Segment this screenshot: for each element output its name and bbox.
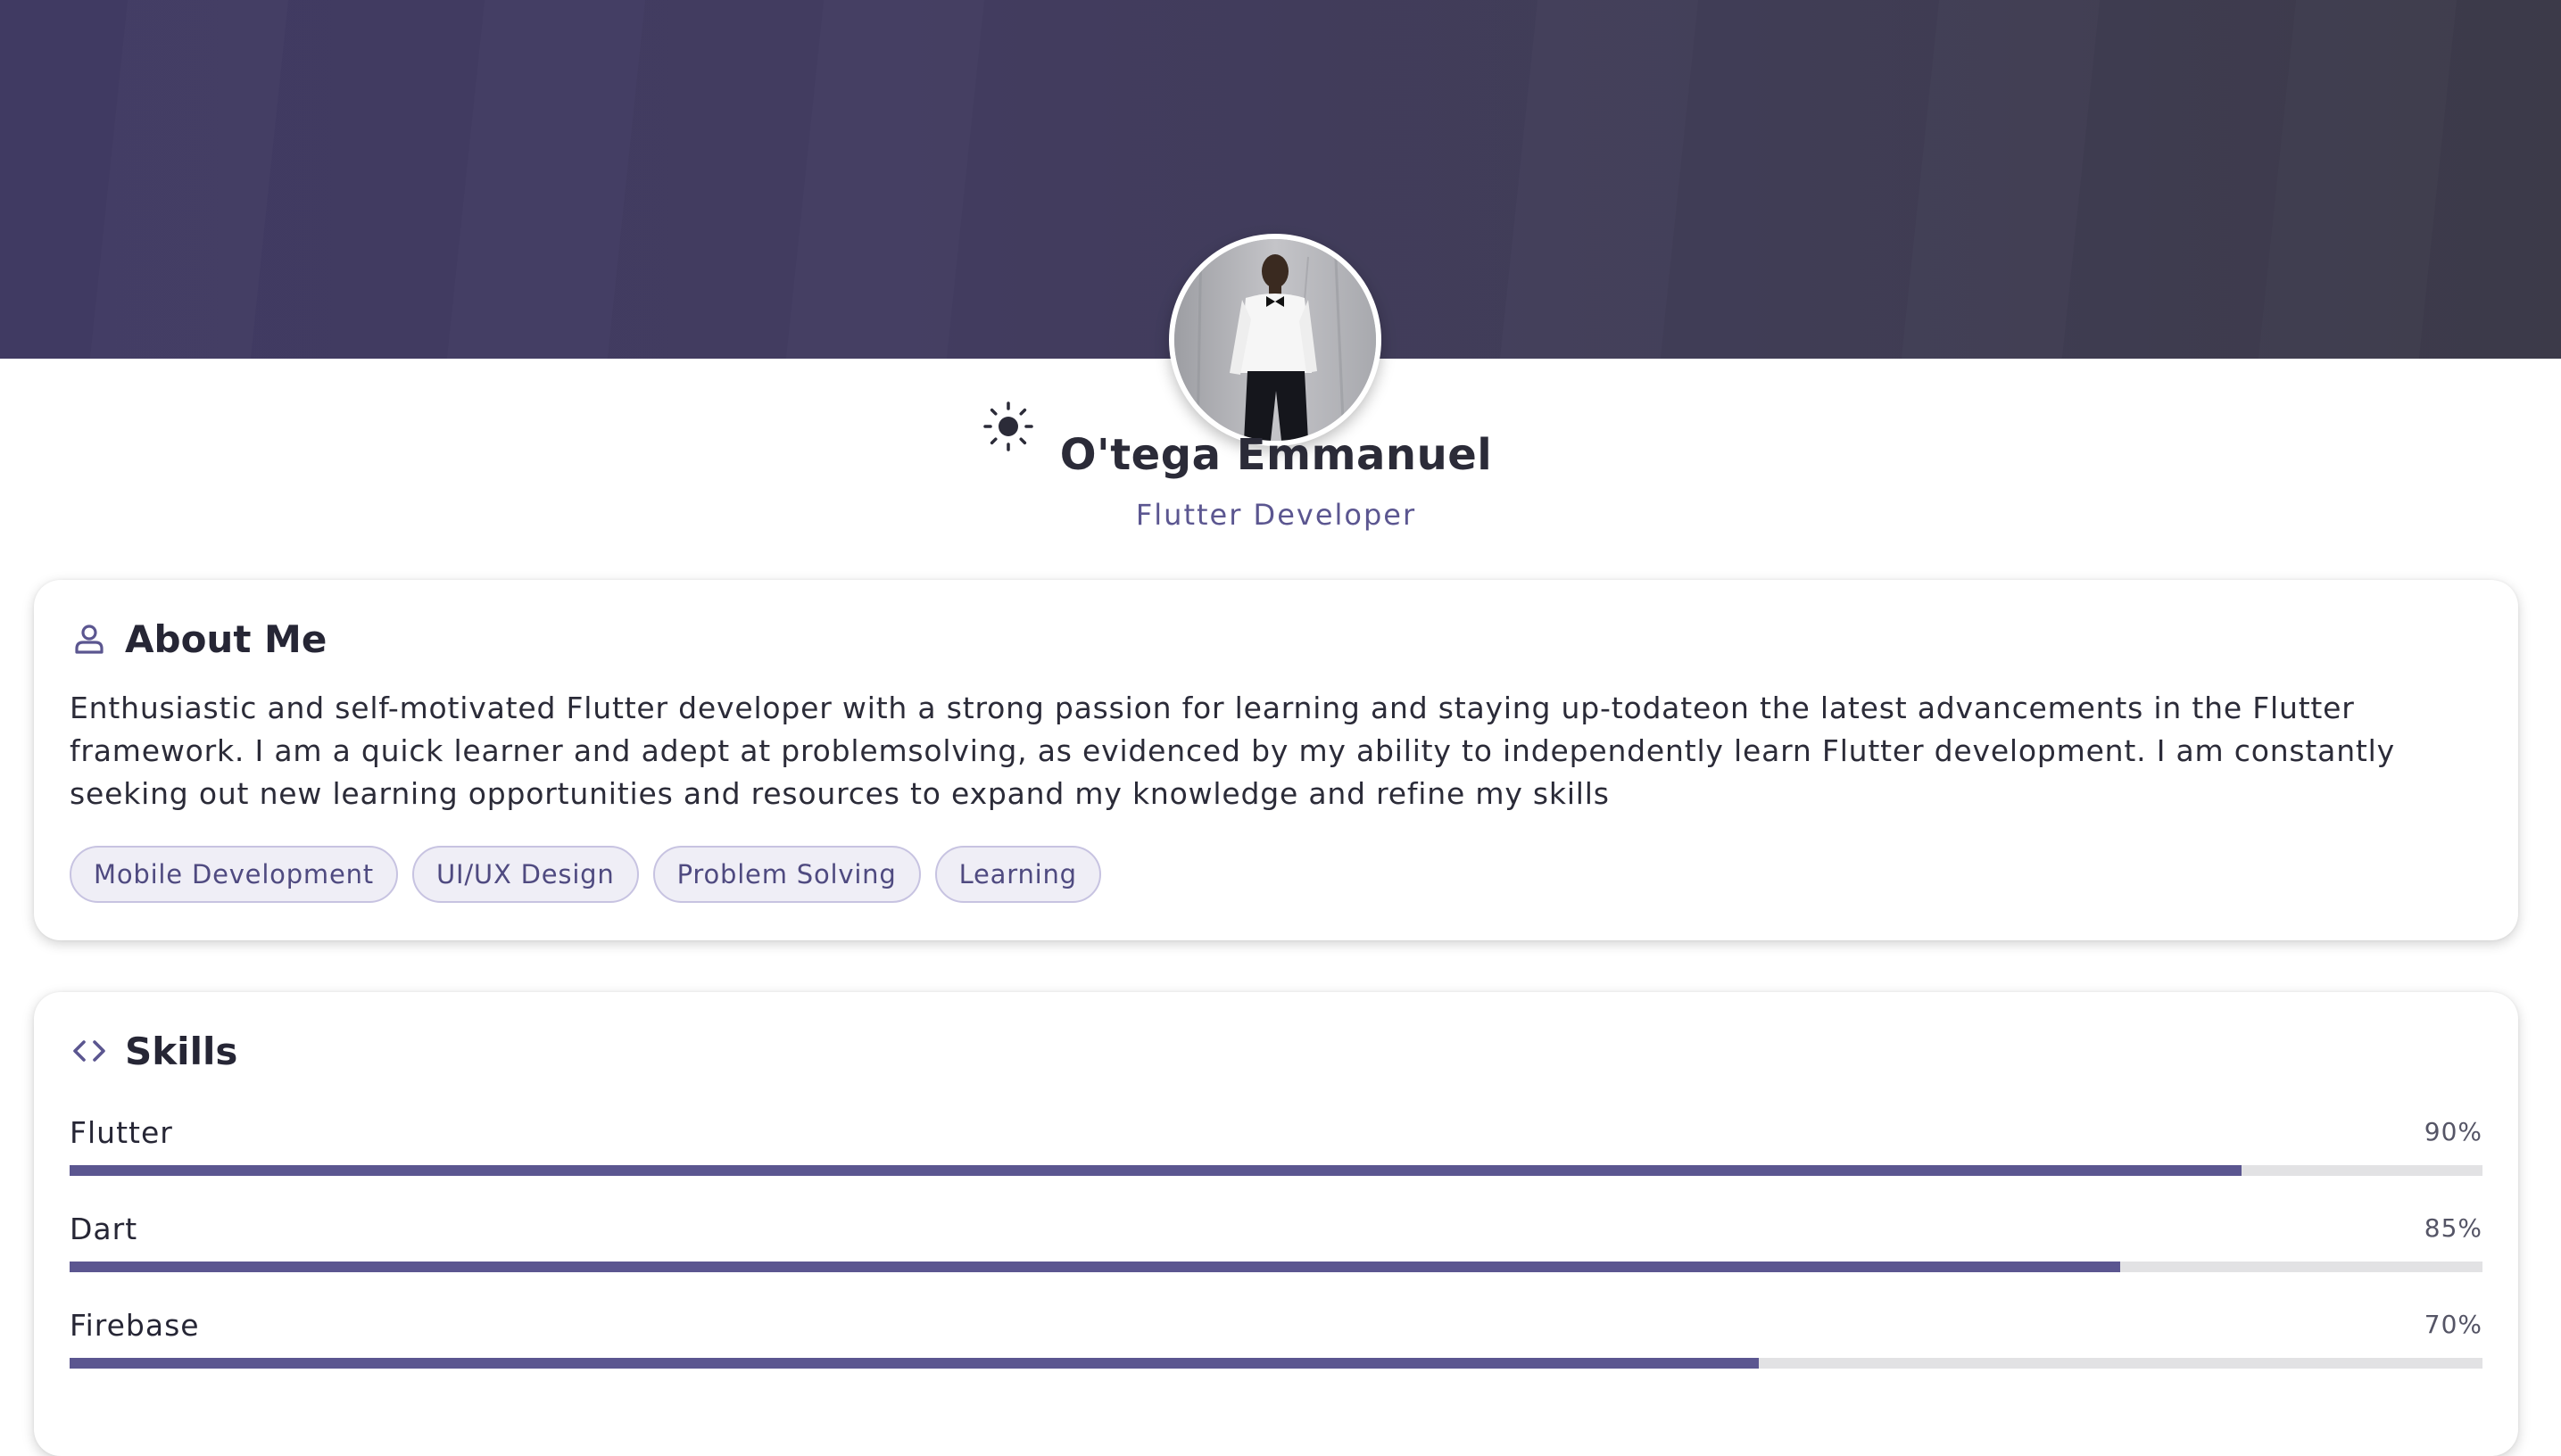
skill-progress-fill	[70, 1262, 2121, 1272]
tag-chip[interactable]: UI/UX Design	[411, 846, 639, 903]
person-icon	[70, 619, 109, 658]
code-icon	[70, 1031, 109, 1071]
profile-role: Flutter Developer	[1135, 498, 1417, 532]
skill-name: Dart	[70, 1212, 138, 1246]
skill-progress-track	[70, 1262, 2482, 1272]
profile-name: O'tega Emmanuel	[1059, 430, 1493, 480]
skills-header: Skills	[70, 1028, 237, 1074]
skills-card: Skills Flutter 90% Dart 85% Firebase 70%	[34, 992, 2518, 1456]
skill-percent: 70%	[2424, 1310, 2482, 1339]
tag-chip[interactable]: Learning	[934, 846, 1101, 903]
skills-title: Skills	[125, 1029, 238, 1073]
skill-percent: 90%	[2424, 1117, 2482, 1146]
skill-percent: 85%	[2424, 1213, 2482, 1243]
skill-progress-fill	[70, 1358, 1759, 1369]
about-header: About Me	[70, 616, 327, 662]
tag-list: Mobile Development UI/UX Design Problem …	[70, 846, 1101, 903]
about-text: Enthusiastic and self-motivated Flutter …	[70, 691, 2395, 811]
tag-chip[interactable]: Mobile Development	[70, 846, 398, 903]
about-card: About Me Enthusiastic and self-motivated…	[34, 580, 2518, 940]
skill-progress-track	[70, 1358, 2482, 1369]
tag-chip[interactable]: Problem Solving	[652, 846, 921, 903]
skill-name: Firebase	[70, 1308, 200, 1343]
avatar	[1169, 234, 1381, 446]
skill-progress-track	[70, 1165, 2482, 1176]
skill-name: Flutter	[70, 1115, 173, 1150]
about-title: About Me	[125, 616, 327, 661]
skill-progress-fill	[70, 1165, 2242, 1176]
